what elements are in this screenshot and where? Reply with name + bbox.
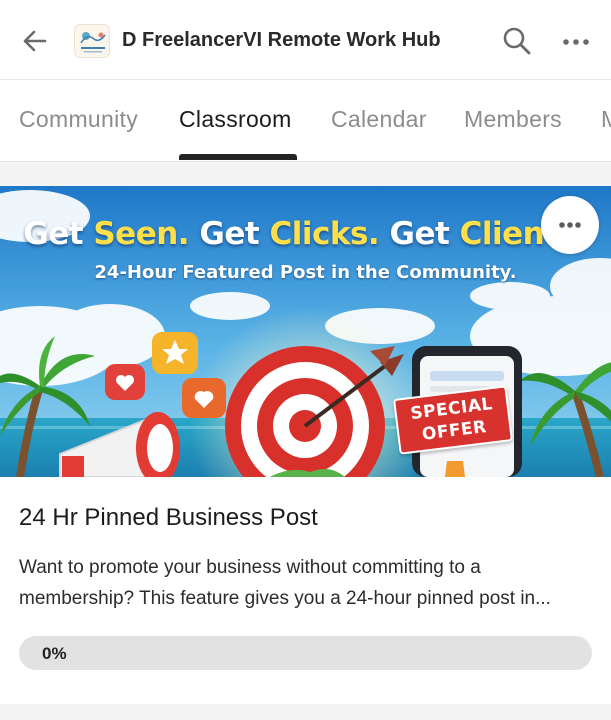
more-horizontal-icon	[559, 222, 581, 228]
banner-headline-highlight: Clicks.	[269, 216, 380, 252]
group-logo-image	[75, 25, 109, 57]
banner-headline-part: Get	[189, 216, 270, 252]
group-title[interactable]: D FreelancerVI Remote Work Hub	[122, 29, 441, 52]
tab-classroom[interactable]: Classroom	[179, 106, 292, 133]
search-button[interactable]	[500, 24, 534, 58]
section-tabs: Community Classroom Calendar Members M	[0, 80, 611, 162]
top-bar: D FreelancerVI Remote Work Hub	[0, 0, 611, 80]
course-cover-image[interactable]: Get Seen. Get Clicks. Get Clients. 24-Ho…	[0, 186, 611, 477]
more-options-button[interactable]	[560, 26, 592, 56]
banner-headline-part: Get	[379, 216, 460, 252]
progress-label: 0%	[42, 644, 67, 663]
banner-headline-highlight: Seen.	[93, 216, 190, 252]
more-horizontal-icon	[563, 39, 589, 45]
course-description: Want to promote your business without co…	[19, 557, 551, 609]
arrow-left-icon	[23, 30, 47, 52]
banner-headline-part: Get	[23, 216, 94, 252]
group-logo[interactable]	[74, 24, 110, 58]
search-icon	[503, 27, 531, 55]
course-progress-bar: 0%	[19, 636, 592, 670]
banner-headline: Get Seen. Get Clicks. Get Clients.	[0, 216, 611, 252]
back-button[interactable]	[16, 22, 54, 60]
banner-subheadline: 24-Hour Featured Post in the Community.	[94, 262, 517, 283]
tab-members[interactable]: Members	[464, 106, 562, 133]
active-tab-indicator	[179, 154, 297, 160]
course-card[interactable]: Get Seen. Get Clicks. Get Clients. 24-Ho…	[0, 186, 611, 704]
course-options-button[interactable]	[541, 196, 599, 254]
tab-more[interactable]: M	[601, 106, 611, 133]
tab-community[interactable]: Community	[19, 106, 138, 133]
course-title[interactable]: 24 Hr Pinned Business Post	[19, 504, 318, 532]
tab-calendar[interactable]: Calendar	[331, 106, 427, 133]
